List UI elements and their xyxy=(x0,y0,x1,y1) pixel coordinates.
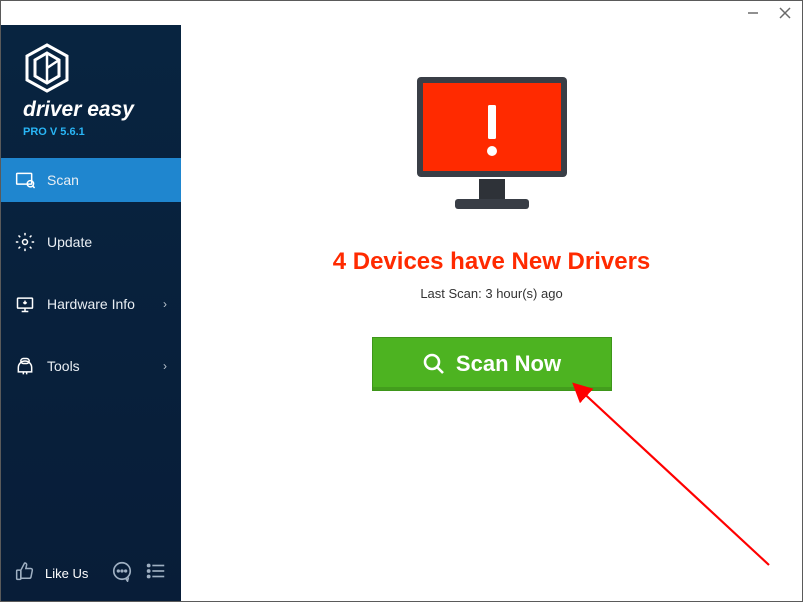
update-icon xyxy=(15,232,35,252)
chevron-right-icon: › xyxy=(163,359,167,373)
nav-list: Scan Update Hardware Info › xyxy=(1,158,181,406)
status-headline: 4 Devices have New Drivers xyxy=(333,248,651,276)
app-body: driver easy PRO V 5.6.1 Scan Update xyxy=(1,25,802,601)
feedback-button[interactable] xyxy=(111,560,133,587)
title-bar xyxy=(1,1,802,25)
brand-subtitle: PRO V 5.6.1 xyxy=(23,126,181,138)
monitor-icon xyxy=(407,71,577,221)
alert-monitor-graphic xyxy=(407,71,577,226)
minimize-button[interactable] xyxy=(746,6,760,20)
sidebar-item-scan[interactable]: Scan xyxy=(1,158,181,202)
scan-button-label: Scan Now xyxy=(456,351,561,377)
brand-logo-icon xyxy=(23,43,71,93)
like-button[interactable] xyxy=(15,561,35,586)
app-window: driver easy PRO V 5.6.1 Scan Update xyxy=(0,0,803,602)
hardware-icon xyxy=(15,294,35,314)
close-icon xyxy=(779,7,791,19)
sidebar-item-update[interactable]: Update xyxy=(1,220,181,264)
main-panel: 4 Devices have New Drivers Last Scan: 3 … xyxy=(181,25,802,601)
last-scan-text: Last Scan: 3 hour(s) ago xyxy=(420,286,562,301)
scan-now-button[interactable]: Scan Now xyxy=(372,337,612,391)
close-button[interactable] xyxy=(778,6,792,20)
sidebar-footer: Like Us xyxy=(1,548,181,601)
chevron-right-icon: › xyxy=(163,297,167,311)
sidebar-item-label: Update xyxy=(47,234,92,250)
sidebar-item-hardware[interactable]: Hardware Info › xyxy=(1,282,181,326)
search-icon xyxy=(422,352,446,376)
sidebar-item-tools[interactable]: Tools › xyxy=(1,344,181,388)
annotation-arrow-icon xyxy=(519,365,779,575)
like-label: Like Us xyxy=(45,566,88,581)
minimize-icon xyxy=(747,7,759,19)
sidebar: driver easy PRO V 5.6.1 Scan Update xyxy=(1,25,181,601)
sidebar-item-label: Hardware Info xyxy=(47,296,135,312)
scan-icon xyxy=(15,170,35,190)
tools-icon xyxy=(15,356,35,376)
sidebar-item-label: Tools xyxy=(47,358,80,374)
menu-button[interactable] xyxy=(145,560,167,587)
brand-name: driver easy xyxy=(23,98,181,122)
brand-block: driver easy PRO V 5.6.1 xyxy=(1,25,181,146)
sidebar-item-label: Scan xyxy=(47,172,79,188)
